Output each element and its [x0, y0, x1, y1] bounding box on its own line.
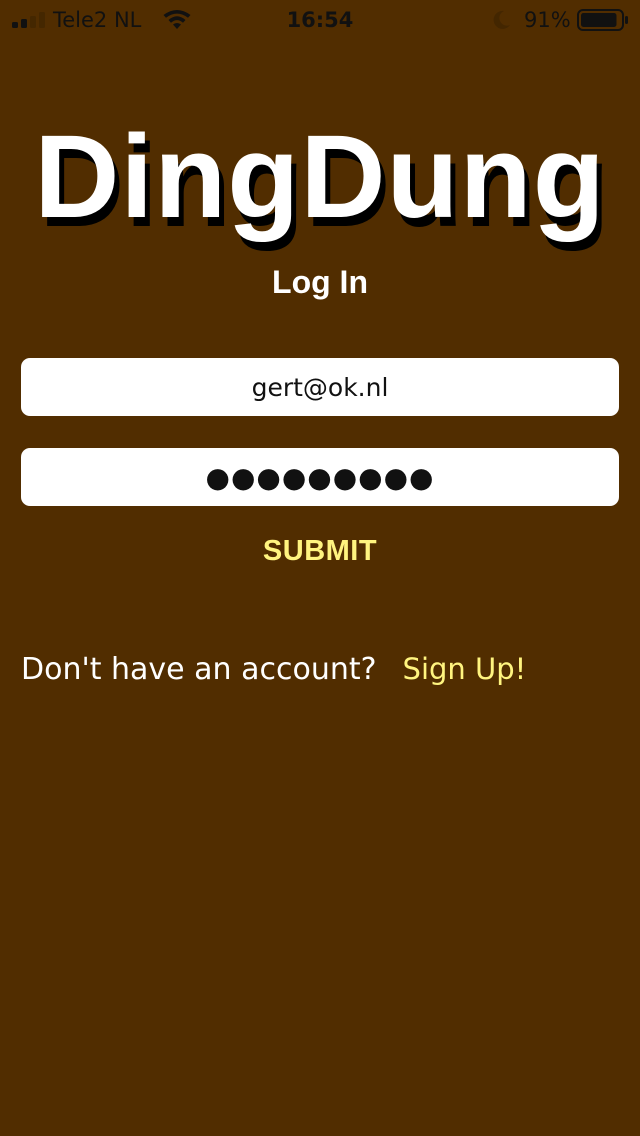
moon-icon	[493, 10, 510, 29]
password-value: ●●●●●●●●●	[205, 460, 435, 494]
submit-button[interactable]: SUBMIT	[0, 535, 640, 568]
signup-link[interactable]: Sign Up!	[403, 652, 527, 686]
signup-row: Don't have an account? Sign Up!	[21, 652, 526, 687]
email-value: gert@ok.nl	[251, 372, 389, 402]
app-logo: DingDung	[34, 111, 606, 243]
page-title: Log In	[272, 264, 368, 300]
email-field[interactable]: gert@ok.nl	[21, 358, 619, 416]
battery-percentage: 91%	[524, 8, 571, 32]
battery-icon	[577, 9, 628, 31]
signup-prompt: Don't have an account?	[21, 652, 377, 687]
password-field[interactable]: ●●●●●●●●●	[21, 448, 619, 506]
status-bar: Tele2 NL 16:54 91%	[0, 0, 640, 40]
